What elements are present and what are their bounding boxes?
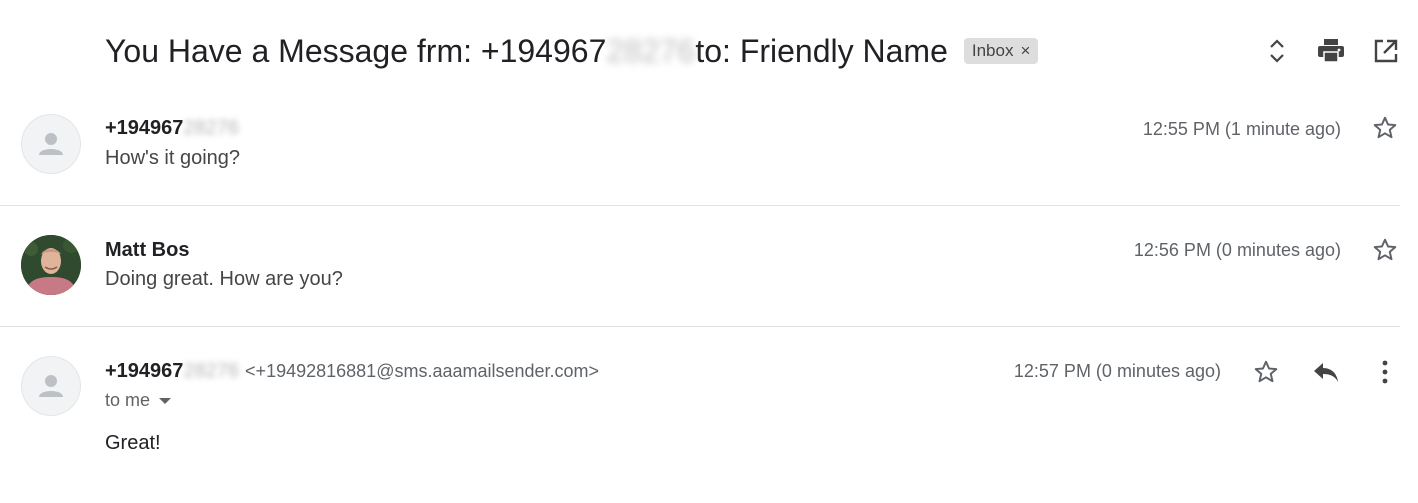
message-2-time: 12:56 PM (0 minutes ago) (1133, 240, 1341, 260)
sender-redacted-digits: 28276 (183, 360, 240, 382)
star-button[interactable] (1370, 113, 1400, 143)
thread-header: You Have a Message frm: +194967 28276 to:… (105, 28, 1039, 74)
message-2-sender: Matt Bos (105, 239, 190, 261)
message-divider (0, 326, 1400, 327)
sender-email: <+19492816881@sms.aaamailsender.com> (245, 361, 600, 381)
more-vert-icon (1382, 360, 1388, 384)
open-in-new-window-button[interactable] (1371, 36, 1401, 66)
message-2-snippet[interactable]: Doing great. How are you? (105, 268, 343, 291)
expand-collapse-icon (1270, 39, 1284, 63)
sender-number: +194967 (105, 360, 184, 382)
reply-button[interactable] (1311, 357, 1341, 387)
sender-avatar[interactable] (21, 356, 81, 416)
message-divider (0, 205, 1400, 206)
subject-prefix: You Have a Message frm: +194967 (105, 32, 607, 69)
print-icon (1318, 39, 1344, 63)
label-chip-text: Inbox (971, 41, 1014, 60)
expand-collapse-button[interactable] (1262, 36, 1292, 66)
sender-redacted-digits: 28276 (183, 117, 240, 139)
message-1-snippet[interactable]: How's it going? (105, 147, 240, 170)
more-options-button[interactable] (1370, 357, 1400, 387)
profile-photo-icon (21, 235, 81, 295)
remove-label-icon[interactable]: × (1020, 41, 1030, 61)
message-3-sender: +194967 28276 <+19492816881@sms.aaamailsen… (105, 360, 599, 383)
print-button[interactable] (1316, 36, 1346, 66)
subject-suffix: to: Friendly Name (695, 32, 948, 69)
open-in-new-window-icon (1374, 39, 1398, 63)
message-1-sender: +194967 28276 (105, 117, 239, 140)
subject-redacted-number: 28276 (606, 32, 696, 69)
message-3-body: Great! (105, 432, 161, 454)
thread-subject: You Have a Message frm: +194967 28276 to:… (105, 33, 948, 70)
star-icon (1254, 360, 1278, 383)
default-person-icon (39, 133, 63, 155)
sender-avatar[interactable] (21, 114, 81, 174)
message-3-time: 12:57 PM (0 minutes ago) (1013, 361, 1221, 381)
default-person-icon (39, 375, 63, 397)
star-button[interactable] (1251, 357, 1281, 387)
star-icon (1373, 116, 1397, 139)
reply-icon (1314, 363, 1338, 382)
caret-down-icon (159, 397, 172, 404)
sender-number: +194967 (105, 117, 184, 139)
label-chip-inbox[interactable]: Inbox × (963, 38, 1039, 64)
sender-avatar-photo[interactable] (21, 235, 81, 295)
message-1-time: 12:55 PM (1 minute ago) (1142, 119, 1341, 139)
star-button[interactable] (1370, 235, 1400, 265)
star-icon (1373, 238, 1397, 261)
recipient-details-toggle[interactable]: to me (105, 390, 172, 411)
recipient-label: to me (105, 390, 151, 410)
